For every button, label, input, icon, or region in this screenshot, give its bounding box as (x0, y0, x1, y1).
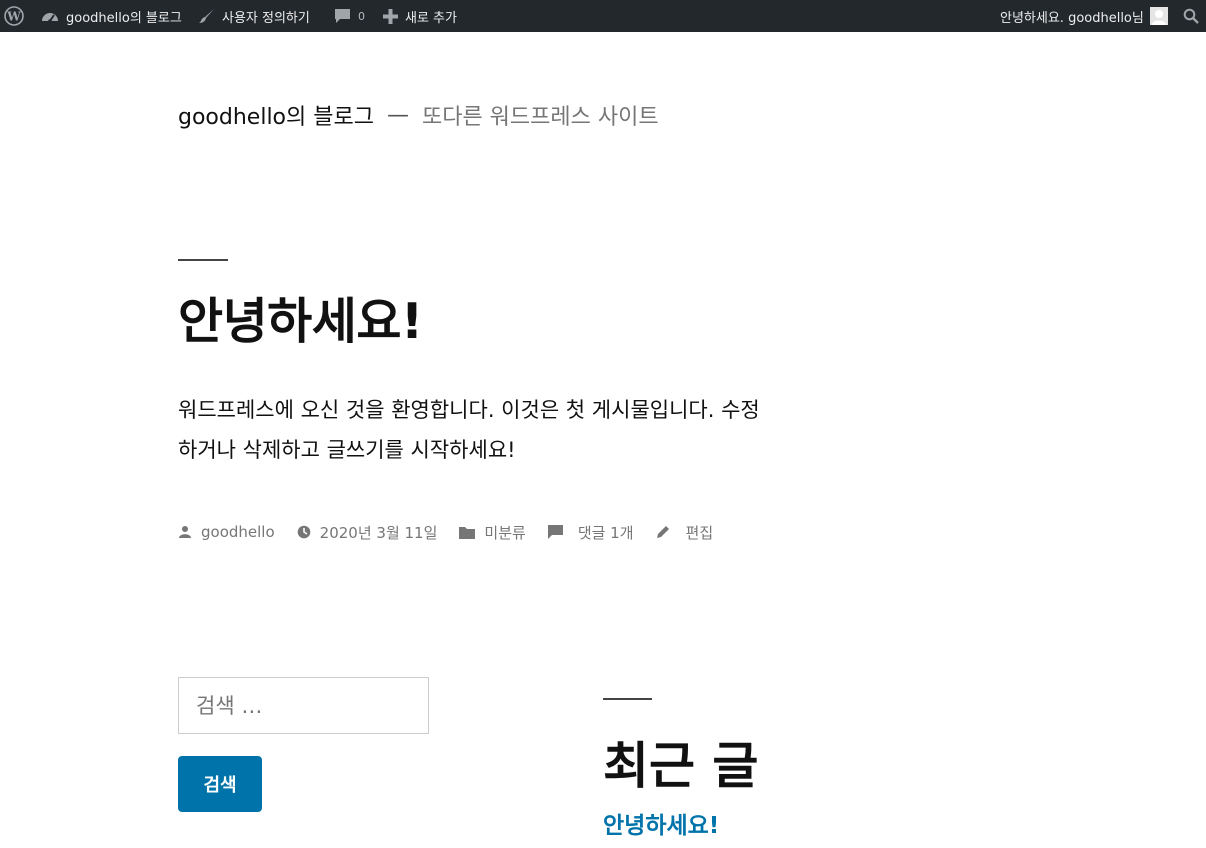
site-title[interactable]: goodhello의 블로그 (178, 99, 374, 131)
admin-bar: W goodhello의 블로그 사용자 정의하기 0 새로 추가 안녕하세요.… (0, 0, 1206, 32)
edit-link[interactable]: 편집 (686, 522, 714, 543)
post-comments[interactable]: 댓글 1개 (547, 522, 634, 543)
folder-icon (459, 526, 476, 539)
admin-search-button[interactable] (1183, 0, 1199, 32)
site-description: 또다른 워드프레스 사이트 (421, 105, 659, 130)
title-separator: — (386, 102, 409, 128)
widget-title-divider (603, 698, 652, 700)
comments-menu[interactable]: 0 (334, 0, 365, 32)
post-author[interactable]: goodhello (178, 523, 275, 541)
post-edit[interactable]: 편집 (656, 522, 714, 543)
search-input[interactable] (178, 677, 429, 734)
new-content-menu[interactable]: 새로 추가 (383, 0, 457, 32)
wordpress-logo-icon: W (4, 6, 24, 26)
greeting-label: 안녕하세요. goodhello님 (1000, 10, 1144, 26)
author-link[interactable]: goodhello (201, 523, 275, 541)
plus-icon (383, 8, 398, 24)
post-content: 워드프레스에 오신 것을 환영합니다. 이것은 첫 게시물입니다. 수정하거나 … (178, 398, 760, 462)
title-divider (178, 259, 228, 261)
search-icon (1183, 8, 1199, 24)
post-meta: goodhello 2020년 3월 11일 미분류 댓글 1개 편집 (178, 518, 735, 546)
post-category[interactable]: 미분류 (459, 522, 526, 543)
date-link[interactable]: 2020년 3월 11일 (320, 522, 438, 543)
comments-count: 0 (358, 9, 365, 23)
category-link[interactable]: 미분류 (484, 522, 525, 543)
post-title[interactable]: 안녕하세요! (178, 282, 423, 353)
recent-post-link[interactable]: 안녕하세요! (603, 806, 719, 840)
customize-menu[interactable]: 사용자 정의하기 (198, 0, 310, 32)
svg-text:W: W (6, 10, 21, 24)
person-icon (178, 525, 192, 539)
my-account-menu[interactable]: 안녕하세요. goodhello님 (1000, 0, 1168, 32)
wordpress-menu[interactable]: W (4, 0, 24, 32)
dashboard-icon (41, 8, 59, 24)
comment-bubble-icon (547, 525, 563, 539)
customize-label: 사용자 정의하기 (222, 10, 310, 26)
post-date[interactable]: 2020년 3월 11일 (297, 522, 438, 543)
comment-icon (334, 8, 351, 24)
site-name-label: goodhello의 블로그 (66, 10, 182, 26)
clock-icon (297, 525, 311, 539)
new-content-label: 새로 추가 (405, 10, 457, 26)
pencil-icon (656, 525, 670, 539)
comments-link[interactable]: 댓글 1개 (578, 522, 634, 543)
brush-icon (198, 8, 215, 25)
search-submit-button[interactable]: 검색 (178, 756, 262, 812)
avatar-icon (1149, 7, 1168, 25)
site-name-menu[interactable]: goodhello의 블로그 (41, 0, 182, 32)
site-header: goodhello의 블로그 — 또다른 워드프레스 사이트 (178, 98, 659, 132)
recent-posts-title: 최근 글 (603, 737, 759, 795)
